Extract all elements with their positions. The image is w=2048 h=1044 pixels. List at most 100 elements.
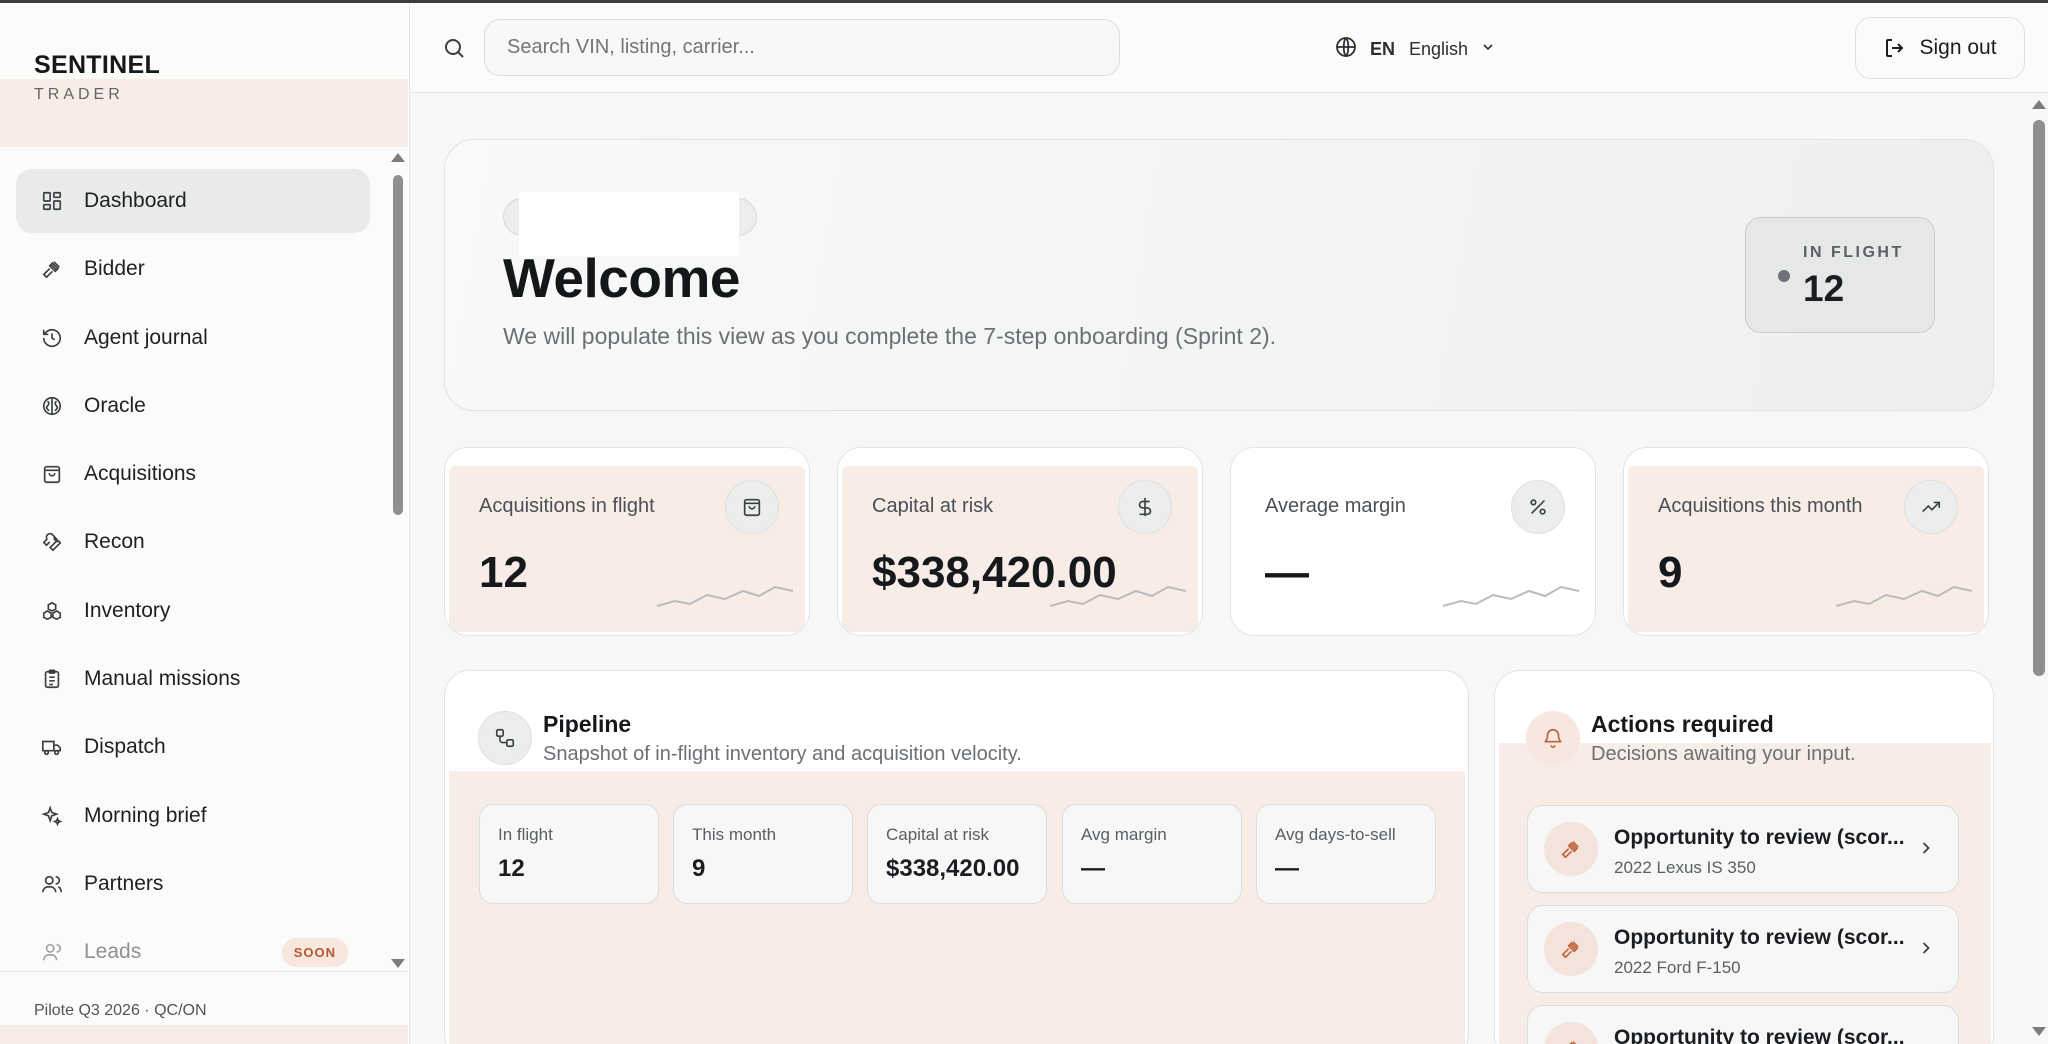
stat-value: — [1265, 548, 1309, 597]
main-scroll-down-icon[interactable] [2032, 1027, 2046, 1036]
sparkline [656, 585, 794, 607]
sidebar-item-label: Acquisitions [84, 462, 197, 486]
sidebar-item-agent-journal[interactable]: Agent journal [16, 306, 370, 370]
clipboard-icon [40, 667, 64, 691]
sidebar-item-partners[interactable]: Partners [16, 852, 370, 916]
sidebar-item-dispatch[interactable]: Dispatch [16, 715, 370, 779]
stat-value: 12 [479, 548, 528, 597]
sidebar-item-label: Manual missions [84, 667, 241, 691]
in-flight-value: 12 [1803, 268, 1845, 309]
pipeline-subtitle: Snapshot of in-flight inventory and acqu… [543, 743, 1022, 765]
stat-card-capital-at-risk[interactable]: Capital at risk $338,420.00 [837, 447, 1203, 636]
actions-title: Actions required [1591, 711, 1774, 737]
pipeline-metric-avg-margin: Avg margin — [1062, 804, 1242, 904]
action-item[interactable]: Opportunity to review (scor... [1527, 1005, 1959, 1044]
actions-subtitle: Decisions awaiting your input. [1591, 743, 1856, 765]
history-icon [40, 326, 64, 350]
sidebar-item-label: Morning brief [84, 803, 207, 827]
action-item[interactable]: Opportunity to review (scor... 2022 Lexu… [1527, 805, 1959, 893]
action-title: Opportunity to review (scor... [1614, 1026, 1905, 1044]
chevron-right-icon [1916, 838, 1936, 863]
sidebar-item-acquisitions[interactable]: Acquisitions [16, 442, 370, 506]
sparkline [1049, 585, 1187, 607]
actions-required-panel: Actions required Decisions awaiting your… [1494, 670, 1994, 1044]
sidebar-item-label: Recon [84, 530, 145, 554]
metric-label: Avg days-to-sell [1275, 825, 1396, 844]
metric-label: Capital at risk [886, 825, 989, 844]
sidebar-item-dashboard[interactable]: Dashboard [16, 169, 370, 233]
brand-subtitle: TRADER [34, 86, 124, 103]
sidebar-item-manual-missions[interactable]: Manual missions [16, 647, 370, 711]
action-item[interactable]: Opportunity to review (scor... 2022 Ford… [1527, 905, 1959, 993]
sparkline [1442, 585, 1580, 607]
sidebar-item-label: Agent journal [84, 325, 208, 349]
sign-out-icon [1883, 36, 1907, 60]
search-icon [442, 36, 466, 65]
in-flight-badge: IN FLIGHT 12 [1745, 217, 1935, 333]
shopping-bag-icon [725, 480, 779, 534]
stat-label: Acquisitions this month [1658, 495, 1863, 517]
metric-value: 9 [692, 855, 706, 882]
metric-value: 12 [498, 855, 525, 882]
sidebar-item-label: Dashboard [84, 189, 187, 212]
pipeline-metric-avg-days-to-sell: Avg days-to-sell — [1256, 804, 1436, 904]
globe-icon [1334, 35, 1358, 64]
sidebar-item-oracle[interactable]: Oracle [16, 374, 370, 438]
gavel-icon [1544, 922, 1598, 976]
wrench-icon [40, 530, 64, 554]
pipeline-panel: Pipeline Snapshot of in-flight inventory… [444, 670, 1469, 1044]
pipeline-metric-in-flight: In flight 12 [479, 804, 659, 904]
sparkline [1835, 585, 1973, 607]
stat-value: 9 [1658, 548, 1683, 597]
sidebar-scroll-thumb[interactable] [393, 175, 403, 515]
user-icon [40, 940, 64, 964]
sparkles-icon [40, 804, 64, 828]
stat-card-average-margin[interactable]: Average margin — [1230, 447, 1596, 636]
hero-subtitle: We will populate this view as you comple… [503, 323, 1277, 349]
shopping-bag-icon [40, 462, 64, 486]
trending-up-icon [1904, 480, 1958, 534]
sidebar-item-label: Leads [84, 940, 142, 964]
metric-value: $338,420.00 [886, 855, 1020, 882]
sign-out-button[interactable]: Sign out [1855, 17, 2025, 79]
metric-label: In flight [498, 825, 553, 844]
sidebar-item-bidder[interactable]: Bidder [16, 237, 370, 301]
stat-card-acquisitions-in-flight[interactable]: Acquisitions in flight 12 [444, 447, 810, 636]
action-title: Opportunity to review (scor... [1614, 926, 1905, 949]
language-name: English [1409, 39, 1469, 59]
pipeline-metric-capital-at-risk: Capital at risk $338,420.00 [867, 804, 1047, 904]
sidebar-item-inventory[interactable]: Inventory [16, 579, 370, 643]
pipeline-metric-this-month: This month 9 [673, 804, 853, 904]
stat-label: Acquisitions in flight [479, 495, 655, 517]
sidebar-item-recon[interactable]: Recon [16, 510, 370, 574]
brand-name: SENTINEL [34, 51, 161, 79]
language-selector[interactable]: EN English [1334, 35, 1496, 64]
sidebar-item-label: Inventory [84, 598, 171, 622]
boxes-icon [40, 599, 64, 623]
stat-label: Average margin [1265, 495, 1406, 517]
sidebar-scroll-up-icon[interactable] [391, 153, 405, 162]
sidebar-item-label: Oracle [84, 393, 146, 417]
action-subtitle: 2022 Ford F-150 [1614, 958, 1741, 977]
percent-icon [1511, 480, 1565, 534]
sidebar: SENTINEL TRADER Dashboard Bidder Agent j… [0, 3, 410, 1044]
stat-label: Capital at risk [872, 495, 994, 517]
metric-label: Avg margin [1081, 825, 1167, 844]
page-title: Welcome [503, 247, 740, 309]
search-input[interactable] [484, 19, 1120, 76]
sidebar-item-label: Partners [84, 871, 164, 895]
panel-highlight [1499, 743, 1991, 1044]
main-scroll-up-icon[interactable] [2032, 100, 2046, 109]
chevron-right-icon [1916, 938, 1936, 963]
workflow-icon [478, 711, 532, 765]
sidebar-item-morning-brief[interactable]: Morning brief [16, 784, 370, 848]
in-flight-label: IN FLIGHT [1803, 244, 1904, 261]
sidebar-scroll-down-icon[interactable] [391, 959, 405, 968]
chevron-down-icon [1480, 39, 1496, 60]
stat-card-acquisitions-this-month[interactable]: Acquisitions this month 9 [1623, 447, 1989, 636]
main-scroll-thumb[interactable] [2033, 120, 2045, 676]
gavel-icon [1544, 822, 1598, 876]
action-subtitle: 2022 Lexus IS 350 [1614, 858, 1756, 877]
brand-logo[interactable]: SENTINEL TRADER [34, 51, 160, 104]
footer-highlight [0, 1025, 408, 1044]
